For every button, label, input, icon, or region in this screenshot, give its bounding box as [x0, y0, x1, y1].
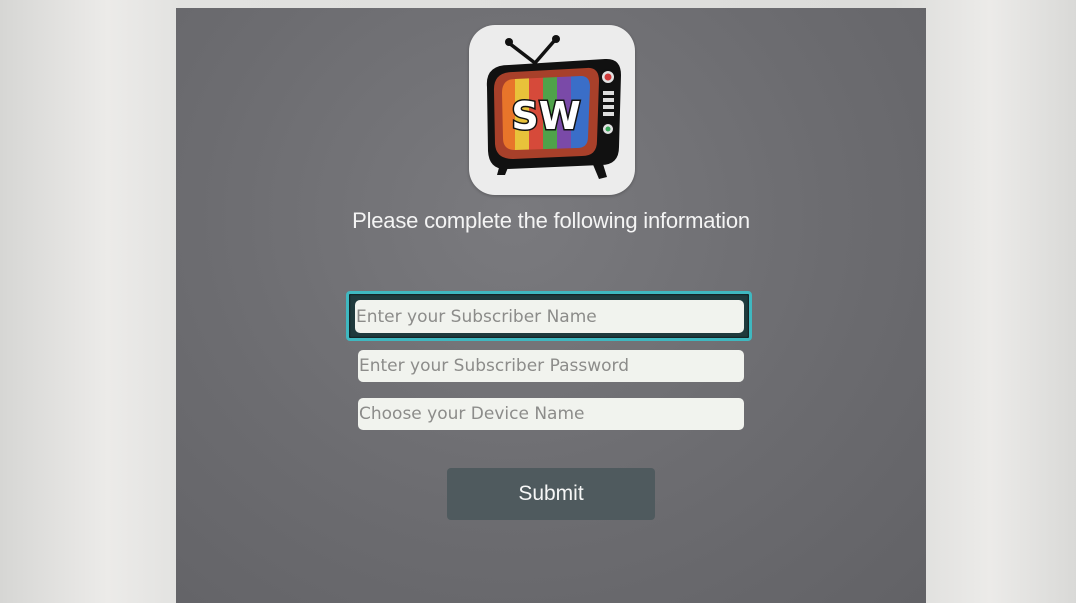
device-name-input[interactable]	[358, 398, 744, 430]
form-heading: Please complete the following informatio…	[352, 208, 750, 233]
svg-text:SW: SW	[511, 94, 580, 138]
submit-button[interactable]: Submit	[447, 468, 655, 520]
subscriber-password-input[interactable]	[358, 350, 744, 382]
subscriber-name-input[interactable]	[355, 300, 744, 333]
login-screen: SW Please complete the following informa…	[176, 8, 926, 603]
tv-logo-icon: SW	[486, 35, 621, 179]
app-logo: SW	[469, 25, 635, 195]
